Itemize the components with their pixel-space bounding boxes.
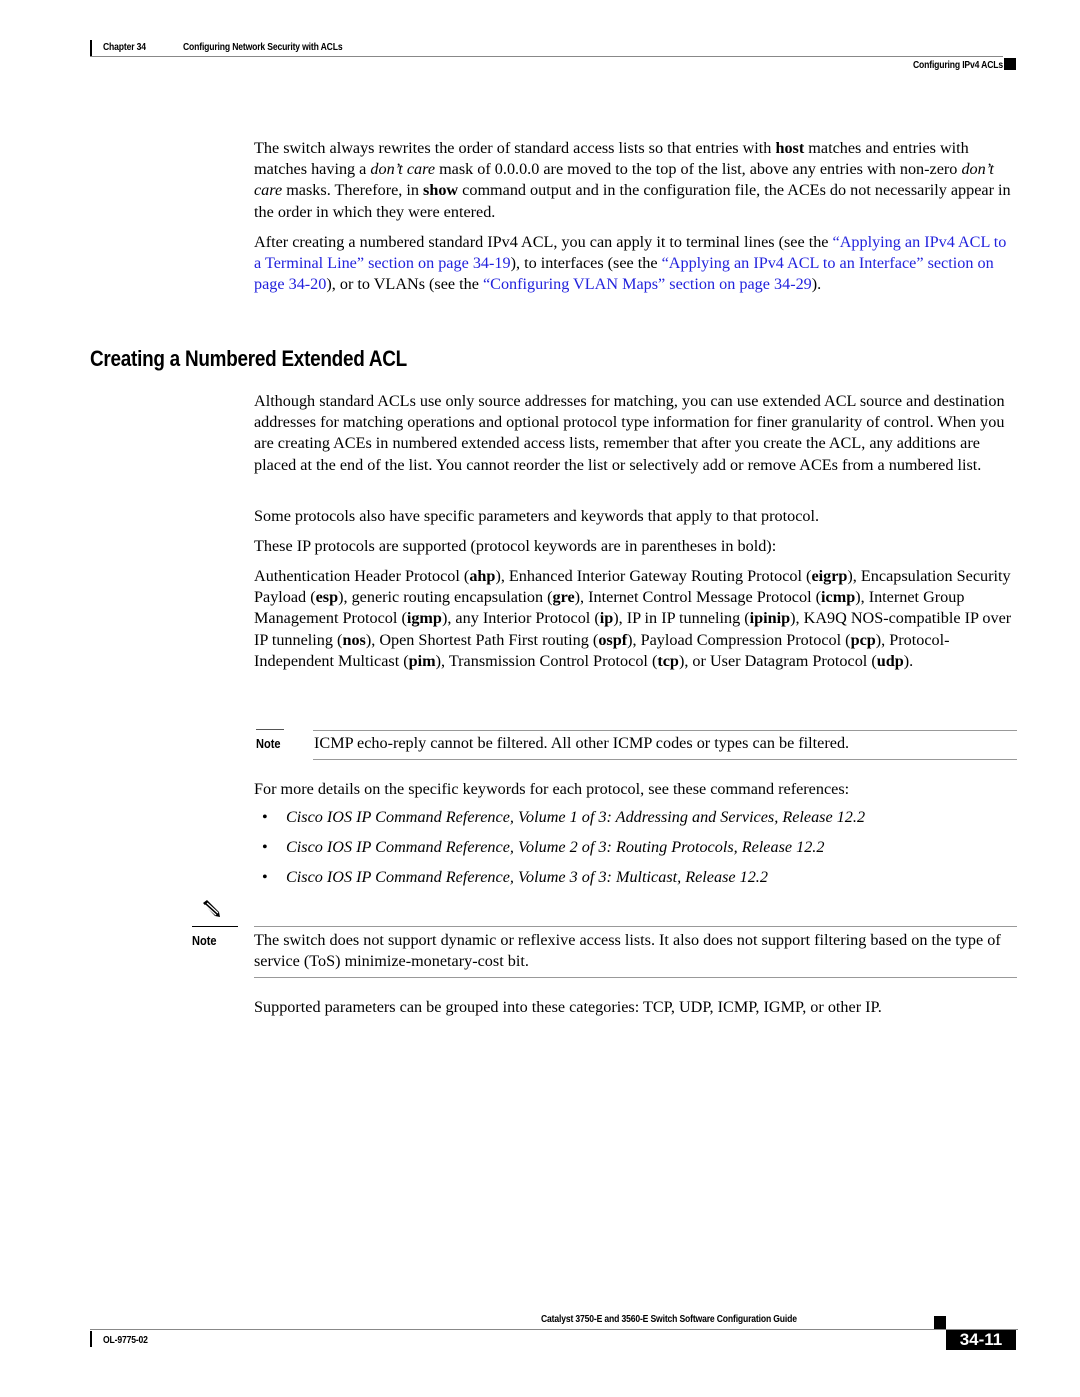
separator: ), (365, 630, 380, 649)
text: mask of 0.0.0.0 are moved to the top of … (435, 160, 962, 179)
separator: ), (435, 651, 449, 670)
protocol-list-paragraph: Authentication Header Protocol (ahp), En… (254, 566, 1016, 672)
pencil-note-icon (200, 900, 224, 922)
separator: ), (855, 588, 869, 607)
note2-top-rule (254, 926, 1017, 927)
reference-item: • Cisco IOS IP Command Reference, Volume … (262, 838, 824, 857)
separator: ), (574, 588, 589, 607)
protocol-keyword: icmp (821, 588, 856, 607)
header-chapter-title: Configuring Network Security with ACLs (183, 41, 343, 53)
protocol-keyword: eigrp (811, 567, 848, 585)
separator: ), or (678, 651, 710, 670)
page-number: 34-11 (946, 1330, 1016, 1350)
footer-doc-number: OL-9775-02 (103, 1334, 148, 1346)
protocol-name: User Datagram Protocol ( (709, 651, 877, 670)
bullet-icon: • (262, 868, 268, 886)
separator: ). (903, 651, 914, 670)
footer-guide-title: Catalyst 3750-E and 3560-E Switch Softwa… (541, 1313, 797, 1325)
note2-label-rule (192, 926, 238, 927)
text: The switch always rewrites the order of … (254, 139, 776, 157)
text: After creating a numbered standard IPv4 … (254, 233, 833, 251)
protocol-keyword: igmp (406, 609, 442, 628)
protocol-name: Payload Compression Protocol ( (640, 630, 851, 649)
intro-paragraph-2: After creating a numbered standard IPv4 … (254, 232, 1016, 296)
reference-item: • Cisco IOS IP Command Reference, Volume … (262, 808, 865, 827)
protocol-name: generic routing encapsulation ( (351, 588, 553, 607)
bullet-icon: • (262, 838, 268, 856)
protocol-name: Open Shortest Path First routing ( (379, 630, 599, 649)
text: ), to interfaces (see the (510, 254, 662, 273)
protocol-keyword: gre (552, 588, 575, 607)
separator: ), (495, 567, 509, 585)
intro-paragraph-1: The switch always rewrites the order of … (254, 138, 1016, 223)
reference-title: Cisco IOS IP Command Reference, Volume 1… (286, 808, 866, 826)
keyword-show: show (423, 181, 459, 200)
note2-label: Note (192, 933, 217, 948)
note1-bottom-rule (313, 759, 1017, 760)
note1-label: Note (256, 736, 281, 751)
note1-label-rule (256, 729, 284, 730)
protocol-keyword: udp (876, 651, 904, 670)
protocol-name: Enhanced Interior Gateway Routing Protoc… (508, 567, 812, 585)
section-paragraph-2: Some protocols also have specific parame… (254, 507, 820, 525)
link-vlan-maps-section[interactable]: “Configuring VLAN Maps” section on page … (483, 275, 812, 293)
separator: ), (338, 588, 352, 607)
reference-title: Cisco IOS IP Command Reference, Volume 2… (286, 838, 825, 856)
note2-bottom-rule (254, 977, 1017, 978)
header-section-title: Configuring IPv4 ACLs (913, 59, 1003, 71)
header-rule (90, 56, 1003, 57)
reference-item: • Cisco IOS IP Command Reference, Volume … (262, 868, 768, 887)
protocol-name: Authentication Header Protocol ( (254, 567, 470, 585)
protocol-keyword: ahp (469, 567, 496, 585)
header-left-bar (90, 40, 92, 57)
term-dont-care: don’t care (370, 160, 436, 179)
text: masks. Therefore, in (282, 181, 424, 200)
protocol-keyword: ipinip (749, 609, 791, 628)
keyword-host: host (775, 139, 805, 157)
bullet-icon: • (262, 808, 268, 826)
footer-marker-block (934, 1316, 946, 1330)
protocol-name: Transmission Control Protocol ( (448, 651, 658, 670)
protocol-keyword: nos (342, 630, 366, 649)
section-paragraph-5: Supported parameters can be grouped into… (254, 998, 882, 1016)
text: ). (811, 275, 822, 294)
note2-text: The switch does not support dynamic or r… (254, 931, 1001, 971)
note1-text: ICMP echo-reply cannot be filtered. All … (314, 734, 850, 752)
header-marker-block (1004, 58, 1016, 70)
protocol-keyword: pim (408, 651, 436, 670)
protocol-keyword: esp (315, 588, 339, 607)
note1-top-rule (313, 730, 1017, 731)
text: ), or to VLANs (see the (326, 275, 483, 294)
protocol-keyword: pcp (850, 630, 876, 649)
protocol-keyword: ospf (598, 630, 628, 649)
protocol-keyword: tcp (657, 651, 679, 670)
section-paragraph-1: Although standard ACLs use only source a… (254, 392, 1005, 474)
separator: ), (847, 567, 861, 585)
reference-title: Cisco IOS IP Command Reference, Volume 3… (286, 868, 768, 886)
separator: ), (790, 609, 804, 628)
footer-left-bar (90, 1331, 92, 1347)
protocol-name: any Interior Protocol ( (455, 609, 600, 628)
protocol-keyword: ip (599, 609, 614, 628)
protocol-name: IP in IP tunneling ( (626, 609, 750, 628)
header-chapter-label: Chapter 34 (103, 41, 146, 53)
section-heading: Creating a Numbered Extended ACL (90, 346, 407, 371)
section-paragraph-3: These IP protocols are supported (protoc… (254, 537, 777, 555)
separator: ), (613, 609, 627, 628)
separator: ), (875, 630, 890, 649)
separator: ), (441, 609, 456, 628)
protocol-name: Internet Control Message Protocol ( (588, 588, 822, 607)
footer-rule (90, 1329, 1018, 1330)
separator: ), (627, 630, 641, 649)
section-paragraph-4: For more details on the specific keyword… (254, 780, 850, 798)
